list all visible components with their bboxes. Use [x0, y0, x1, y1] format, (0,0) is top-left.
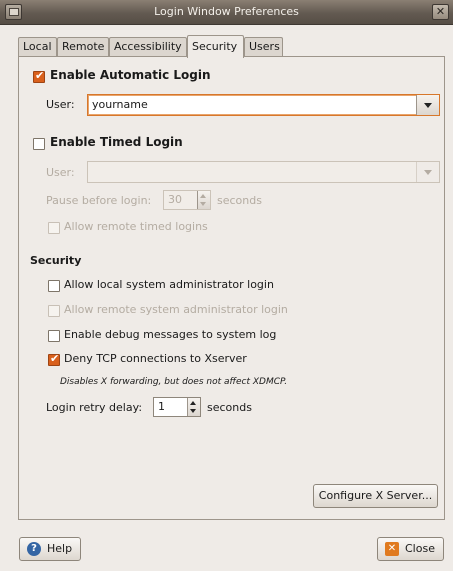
- configure-x-server-button[interactable]: Configure X Server...: [313, 484, 438, 508]
- chevron-down-icon[interactable]: [416, 95, 439, 115]
- allow-remote-timed-logins-label: Allow remote timed logins: [64, 220, 208, 233]
- deny-tcp-label: Deny TCP connections to Xserver: [64, 352, 247, 365]
- help-button[interactable]: ? Help: [19, 537, 81, 561]
- enable-timed-login-label: Enable Timed Login: [50, 135, 183, 149]
- window-titlebar: Login Window Preferences ✕: [0, 0, 453, 25]
- help-button-label: Help: [47, 542, 73, 555]
- allow-local-admin-label: Allow local system administrator login: [64, 278, 274, 291]
- allow-remote-admin-checkbox: [48, 305, 60, 317]
- allow-local-admin-checkbox[interactable]: [48, 280, 60, 292]
- deny-tcp-note: Disables X forwarding, but does not affe…: [60, 377, 288, 387]
- pause-unit-label: seconds: [217, 194, 262, 207]
- automatic-login-user-combo[interactable]: yourname: [87, 94, 440, 116]
- tab-users[interactable]: Users: [244, 37, 283, 56]
- window-close-icon[interactable]: ✕: [432, 4, 449, 20]
- tab-accessibility[interactable]: Accessibility: [109, 37, 187, 56]
- tab-remote[interactable]: Remote: [57, 37, 109, 56]
- enable-automatic-login-label: Enable Automatic Login: [50, 68, 211, 82]
- help-icon: ?: [27, 542, 41, 556]
- allow-remote-admin-label: Allow remote system administrator login: [64, 303, 288, 316]
- login-retry-unit-label: seconds: [207, 401, 252, 414]
- close-icon: ✕: [385, 542, 399, 556]
- debug-messages-checkbox[interactable]: [48, 330, 60, 342]
- automatic-login-user-value: yourname: [92, 98, 148, 111]
- timed-login-user-combo: [87, 161, 440, 183]
- window-title: Login Window Preferences: [154, 5, 299, 18]
- timed-login-user-label: User:: [46, 166, 75, 179]
- tab-security[interactable]: Security: [187, 35, 244, 58]
- close-button-label: Close: [405, 542, 435, 555]
- spinner-arrows-icon: [197, 191, 210, 209]
- close-button[interactable]: ✕ Close: [377, 537, 444, 561]
- enable-automatic-login-checkbox[interactable]: [33, 69, 45, 83]
- chevron-down-icon: [416, 162, 439, 182]
- login-retry-delay-value: 1: [158, 400, 165, 413]
- deny-tcp-checkbox[interactable]: [48, 352, 60, 366]
- allow-remote-timed-logins-checkbox: [48, 222, 60, 234]
- pause-before-login-value: 30: [168, 193, 182, 206]
- debug-messages-label: Enable debug messages to system log: [64, 328, 277, 341]
- automatic-login-user-label: User:: [46, 98, 75, 111]
- pause-before-login-label: Pause before login:: [46, 194, 152, 207]
- enable-timed-login-checkbox[interactable]: [33, 138, 45, 150]
- login-retry-delay-spinner[interactable]: 1: [153, 397, 201, 417]
- spinner-arrows-icon[interactable]: [187, 398, 200, 416]
- tab-local[interactable]: Local: [18, 37, 57, 56]
- login-retry-delay-label: Login retry delay:: [46, 401, 143, 414]
- security-heading: Security: [30, 254, 82, 267]
- pause-before-login-spinner: 30: [163, 190, 211, 210]
